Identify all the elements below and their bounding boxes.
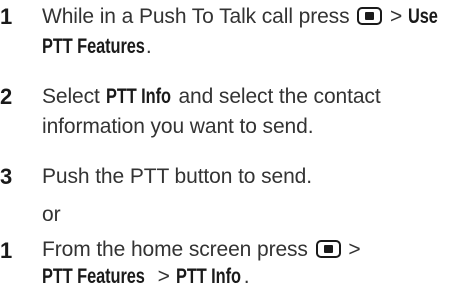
separator-2: > bbox=[157, 265, 170, 288]
menu-path-use: Use bbox=[407, 5, 438, 28]
menu-key-icon bbox=[357, 7, 383, 25]
step-text-before: While in a Push To Talk call press bbox=[42, 5, 350, 28]
alt-step-1: 1 From the home screen press > PTT Featu… bbox=[0, 236, 464, 292]
period: . bbox=[243, 265, 250, 288]
period: . bbox=[145, 35, 152, 58]
step-text: While in a Push To Talk call press > Use… bbox=[42, 2, 460, 62]
separator: > bbox=[389, 5, 403, 28]
menu-path-ptt-info: PTT Info bbox=[175, 265, 241, 288]
separator: > bbox=[348, 238, 361, 261]
step-text: Push the PTT button to send. bbox=[42, 165, 312, 188]
step-text-line2: information you want to send. bbox=[42, 115, 314, 138]
step-text: Select PTT Info and select the contact i… bbox=[42, 82, 460, 142]
step-text-before: From the home screen press bbox=[42, 238, 308, 261]
step-1: 1 While in a Push To Talk call press > U… bbox=[0, 2, 464, 64]
step-number: 2 bbox=[0, 84, 13, 109]
step-number: 3 bbox=[0, 164, 13, 189]
menu-path-ptt-features: PTT Features bbox=[42, 265, 145, 288]
step-number: 1 bbox=[0, 238, 13, 263]
step-number: 1 bbox=[0, 4, 13, 29]
step-text: From the home screen press > PTT Feature… bbox=[42, 236, 460, 290]
step-text-before: Select bbox=[42, 85, 100, 108]
step-text-after: and select the contact bbox=[178, 85, 381, 108]
step-2: 2 Select PTT Info and select the contact… bbox=[0, 82, 464, 144]
menu-item-ptt-info: PTT Info bbox=[105, 85, 171, 108]
or-label: or bbox=[42, 203, 61, 226]
step-3: 3 Push the PTT button to send. bbox=[0, 162, 464, 194]
menu-key-icon bbox=[315, 240, 341, 258]
menu-path-ptt-features: PTT Features bbox=[42, 35, 145, 58]
instruction-page: 1 While in a Push To Talk call press > U… bbox=[0, 0, 464, 291]
